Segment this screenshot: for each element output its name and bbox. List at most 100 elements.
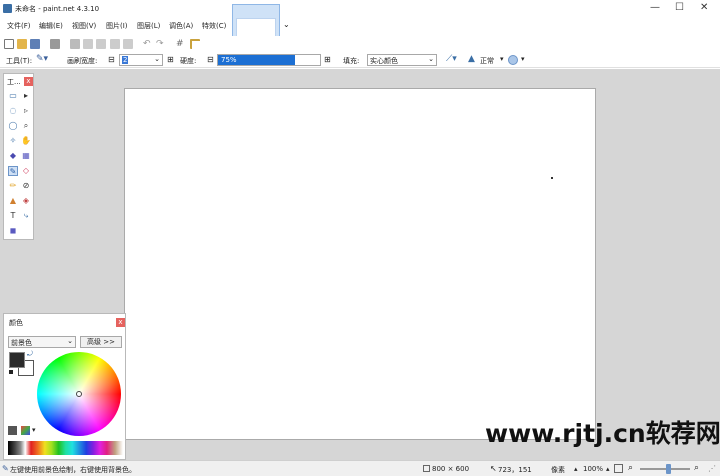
antialiasing-icon[interactable]: ⟋▾ [446,54,457,64]
color-picker-icon[interactable]: ⊘ [21,181,31,191]
app-icon [3,4,12,13]
zoom-icon[interactable]: ⌕ [21,121,31,131]
fill-value: 实心颜色 [370,57,398,65]
recolor-icon[interactable]: ◈ [21,196,31,206]
hardness-value: 75% [221,56,237,64]
selection-mode-dropdown-icon[interactable]: ▾ [521,55,525,63]
brush-width-dropdown-icon: ⌄ [154,55,160,63]
clone-stamp-icon[interactable]: ▲ [8,196,18,206]
text-icon[interactable]: T [8,211,18,221]
tool-options-bar: 工具(T): ✎▾ 画刷宽度: ⊟ 2 ⌄ ⊞ 硬度: ⊟ 75% ⊞ 填充: … [0,52,720,68]
zoom-to-window-icon[interactable] [614,464,623,473]
image-canvas[interactable] [124,88,596,440]
hardness-increase-icon[interactable]: ⊞ [324,55,331,64]
copy-merged-icon[interactable] [96,39,106,49]
tool-label: 工具(T): [6,57,33,65]
window-title: 未命名 - paint.net 4.3.10 [15,5,100,13]
more-colors-label: 高级 >> [87,338,115,346]
status-tool-icon: ✎ [2,464,9,473]
menu-edit[interactable]: 编辑(E) [39,21,63,31]
maximize-button[interactable]: ☐ [675,2,684,13]
canvas-dot [551,177,553,179]
paste-icon[interactable] [110,39,120,49]
color-wheel-cursor [76,391,82,397]
brush-width-select[interactable]: 2 ⌄ [119,54,163,66]
palette-dropdown-icon[interactable]: ▾ [32,426,36,434]
image-list-dropdown-icon[interactable]: ⌄ [283,20,290,29]
cursor-position-icon: ↖ [490,464,497,473]
blend-mode-icon[interactable]: ▲ [468,54,475,64]
palette-strip[interactable] [8,441,123,455]
brush-width-label: 画刷宽度: [67,57,98,65]
zoom-value[interactable]: 100% [583,465,603,473]
move-selection-icon[interactable]: ▸ [21,91,31,101]
zoom-dropdown-icon[interactable]: ▴ [606,465,610,473]
zoom-in-icon[interactable]: ⌕ [694,463,699,473]
gradient-icon[interactable]: ▦ [21,151,31,161]
lasso-select-icon[interactable]: ◌ [8,106,18,116]
blend-mode-value[interactable]: 正常 [480,56,494,66]
primary-color-swatch[interactable] [9,352,25,368]
units-select[interactable]: 像素 [551,465,565,475]
close-window-button[interactable]: ✕ [700,2,708,13]
pencil-icon[interactable]: ✏ [8,181,18,191]
swap-colors-icon[interactable]: ⤾ [27,350,33,359]
shapes-icon[interactable]: ◼ [8,226,18,236]
brush-width-decrease-icon[interactable]: ⊟ [108,55,115,64]
new-file-icon[interactable] [4,39,14,49]
color-picker-mode-icon[interactable] [8,426,17,435]
save-icon[interactable] [30,39,40,49]
more-colors-button[interactable]: 高级 >> [80,336,122,348]
open-file-icon[interactable] [17,39,27,49]
line-curve-icon[interactable]: ⤷ [21,211,31,221]
color-target-select[interactable]: 前景色 ⌄ [8,336,76,348]
cut-icon[interactable] [70,39,80,49]
copy-icon[interactable] [83,39,93,49]
menu-view[interactable]: 视图(V) [72,21,96,31]
tools-panel: 工... x ▭ ▸ ◌ ▹ ◯ ⌕ ✧ ✋ ◆ ▦ ✎ ◇ ✏ ⊘ ▲ ◈ T ⤷ ◼ [3,73,34,240]
move-selected-icon[interactable]: ▹ [21,106,31,116]
undo-icon[interactable]: ↶ [143,39,153,49]
brush-width-increase-icon[interactable]: ⊞ [167,55,174,64]
menu-image[interactable]: 图片(I) [106,21,128,31]
rectangle-select-icon[interactable]: ▭ [8,91,18,101]
grid-icon[interactable]: # [176,39,186,49]
menu-adjustments[interactable]: 调色(A) [169,21,193,31]
color-target-dropdown-icon: ⌄ [67,337,73,345]
zoom-slider[interactable] [640,464,690,474]
minimize-button[interactable]: — [650,2,660,13]
fill-select[interactable]: 实心颜色 ⌄ [367,54,437,66]
reset-colors-icon[interactable] [8,369,14,375]
status-bar: ✎ 左键使用前景色绘制，右键使用背景色。 800 × 600 ↖ 723，151… [0,460,720,476]
paint-bucket-icon[interactable]: ◆ [8,151,18,161]
hardness-slider[interactable]: 75% [217,54,321,66]
current-tool-icon[interactable]: ✎▾ [36,54,48,64]
brush-width-value: 2 [122,56,129,64]
blend-mode-dropdown-icon[interactable]: ▾ [500,55,504,63]
colors-panel-close-button[interactable]: x [116,318,125,327]
color-wheel[interactable] [37,352,121,436]
ellipse-select-icon[interactable]: ◯ [8,121,18,131]
print-icon[interactable] [50,39,60,49]
menu-file[interactable]: 文件(F) [7,21,31,31]
paintbrush-icon[interactable]: ✎ [8,166,18,176]
paste-new-icon[interactable] [123,39,133,49]
eraser-icon[interactable]: ◇ [21,166,31,176]
palette-icon[interactable] [21,426,30,435]
zoom-slider-thumb[interactable] [666,464,671,474]
redo-icon[interactable]: ↷ [156,39,166,49]
hardness-decrease-icon[interactable]: ⊟ [207,55,214,64]
menu-effects[interactable]: 特效(C) [202,21,226,31]
units-dropdown-icon[interactable]: ▴ [574,465,578,473]
pan-hand-icon[interactable]: ✋ [21,136,31,146]
status-hint: 左键使用前景色绘制，右键使用背景色。 [10,466,136,474]
zoom-out-icon[interactable]: ⌕ [628,463,633,473]
tools-panel-close-button[interactable]: x [24,77,33,86]
tools-panel-title: 工... [7,78,21,86]
menu-layers[interactable]: 图层(L) [137,21,160,31]
watermark-text: www.rjtj.cn软荐网 [485,419,720,448]
magic-wand-icon[interactable]: ✧ [8,136,18,146]
resize-grip-icon[interactable]: ⋰ [708,464,716,473]
ruler-icon[interactable] [190,39,200,49]
selection-mode-icon[interactable] [508,55,518,65]
